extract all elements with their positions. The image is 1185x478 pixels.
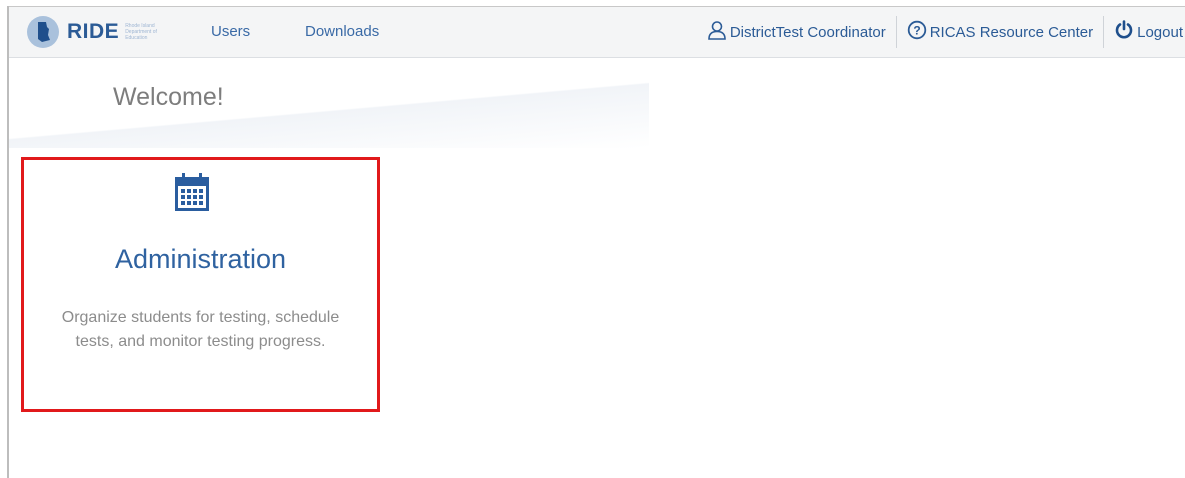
header-right-menu: DistrictTest Coordinator ? RICAS Resourc… <box>697 16 1185 48</box>
calendar-icon <box>174 172 210 217</box>
logout-label: Logout <box>1137 23 1183 41</box>
logo-subtext: Rhode Island Department of Education <box>125 23 157 41</box>
power-icon <box>1114 20 1137 44</box>
help-icon: ? <box>907 20 930 44</box>
logout-button[interactable]: Logout <box>1104 16 1185 48</box>
logo-text: RIDE <box>67 20 120 43</box>
resource-center-label: RICAS Resource Center <box>929 23 1094 41</box>
nav-downloads-link[interactable]: Downloads <box>305 23 379 40</box>
card-description: Organize students for testing, schedule … <box>61 309 340 350</box>
card-title: Administration <box>114 244 287 274</box>
resource-center-link[interactable]: ? RICAS Resource Center <box>897 16 1105 48</box>
user-icon <box>707 20 730 44</box>
administration-card[interactable]: Administration Organize students for tes… <box>21 157 380 412</box>
user-menu[interactable]: DistrictTest Coordinator <box>697 16 897 48</box>
nav-users-link[interactable]: Users <box>211 23 250 40</box>
ride-logo[interactable]: RIDE Rhode Island Department of Educatio… <box>27 16 163 48</box>
svg-text:?: ? <box>913 24 920 38</box>
welcome-heading: Welcome! <box>113 83 224 111</box>
top-navbar: RIDE Rhode Island Department of Educatio… <box>9 7 1185 58</box>
welcome-banner <box>9 58 649 148</box>
user-name: DistrictTest Coordinator <box>729 23 886 41</box>
rhode-island-map-icon <box>27 16 59 48</box>
